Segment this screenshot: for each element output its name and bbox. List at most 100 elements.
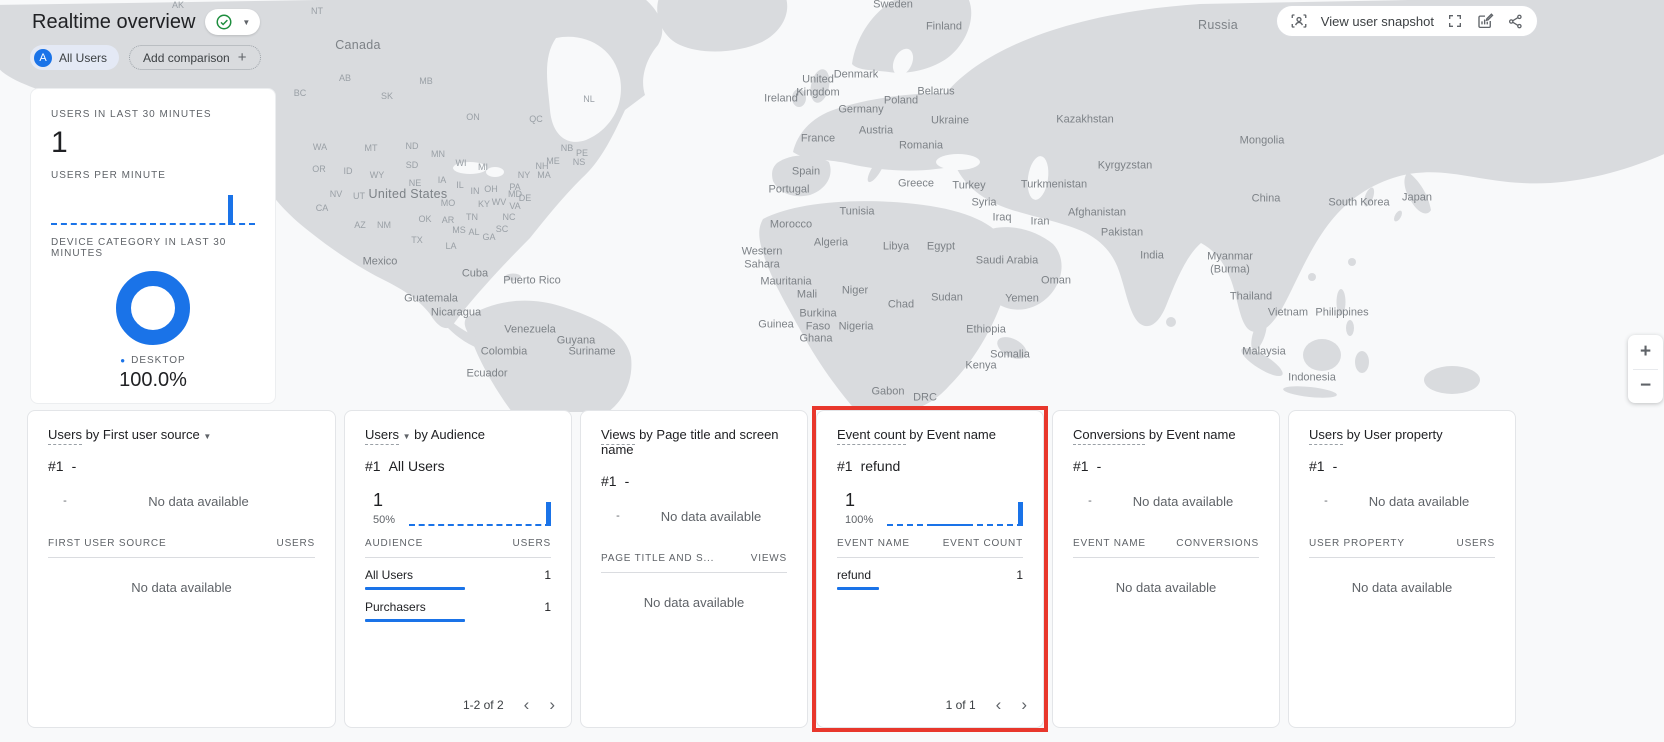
sparkline-bar xyxy=(546,502,551,526)
card-metric[interactable]: Users xyxy=(1309,427,1343,445)
users-30min-label: USERS IN LAST 30 MINUTES xyxy=(51,109,255,120)
column-header-right: CONVERSIONS xyxy=(1176,538,1259,549)
sparkline-bar xyxy=(228,195,233,225)
row-value-bar xyxy=(837,587,879,590)
table-row: Purchasers 1 xyxy=(365,590,551,622)
card-event-count-by-event-name: Event count by Event name #1 refund 1 100… xyxy=(816,410,1044,728)
view-user-snapshot-button[interactable] xyxy=(1290,12,1308,30)
plus-icon: + xyxy=(238,49,247,66)
page-title: Realtime overview xyxy=(32,11,195,34)
card-views-by-page-title: Views by Page title and screen name #1- … xyxy=(580,410,808,728)
table-row: All Users 1 xyxy=(365,558,551,590)
card-title-rest: by Event name xyxy=(906,427,996,442)
top-item-value: 1 xyxy=(845,490,873,511)
report-status-dropdown[interactable]: ▼ xyxy=(205,9,260,35)
column-header-left: EVENT NAME xyxy=(1073,538,1146,549)
top-item-label: All Users xyxy=(389,458,445,474)
card-metric[interactable]: Conversions xyxy=(1073,427,1145,445)
row-name: All Users xyxy=(365,568,465,582)
card-users-by-user-property: Users by User property #1- - No data ava… xyxy=(1288,410,1516,728)
top-item-label: - xyxy=(72,458,77,474)
card-metric[interactable]: Users xyxy=(48,427,82,445)
no-data-text: No data available xyxy=(48,558,315,595)
rank-label: #1 xyxy=(48,458,64,474)
column-header-left: EVENT NAME xyxy=(837,538,910,549)
card-users-by-audience: Users ▼ by Audience #1 All Users 1 50% AU… xyxy=(344,410,572,728)
card-users-by-first-user-source: Users by First user source ▼ #1- - No da… xyxy=(27,410,336,728)
column-header-right: USERS xyxy=(277,538,315,549)
rank-label: #1 xyxy=(365,458,381,474)
snapshot-toolbar: View user snapshot xyxy=(1276,5,1538,37)
card-conversions-by-event-name: Conversions by Event name #1- - No data … xyxy=(1052,410,1280,728)
share-icon xyxy=(1507,13,1524,30)
column-header-left: FIRST USER SOURCE xyxy=(48,538,166,549)
top-item-label: - xyxy=(1333,458,1338,474)
pagination-next-button[interactable]: › xyxy=(1021,696,1027,713)
row-value-bar xyxy=(365,587,465,590)
share-button[interactable] xyxy=(1507,13,1524,30)
rank-label: #1 xyxy=(1309,458,1325,474)
view-user-snapshot-label[interactable]: View user snapshot xyxy=(1321,14,1434,29)
avatar: A xyxy=(34,49,52,67)
card-metric[interactable]: Event count xyxy=(837,427,906,445)
row-name: refund xyxy=(837,568,879,582)
user-snapshot-icon xyxy=(1290,12,1308,30)
device-legend-value: 100.0% xyxy=(51,369,255,392)
top-item-label: - xyxy=(625,473,630,489)
row-value: 1 xyxy=(544,600,551,614)
all-users-chip-label: All Users xyxy=(59,51,107,65)
users-per-minute-label: USERS PER MINUTE xyxy=(51,170,255,181)
table-row: refund 1 xyxy=(837,558,1023,590)
sparkline-solid-segment xyxy=(932,524,973,526)
fullscreen-icon xyxy=(1447,13,1463,29)
card-metric[interactable]: Users xyxy=(365,427,399,445)
all-users-chip[interactable]: A All Users xyxy=(30,45,119,70)
top-item-label: - xyxy=(1097,458,1102,474)
card-dimension-dropdown[interactable]: Views by Page title and screen name xyxy=(601,427,787,457)
customize-report-button[interactable] xyxy=(1476,12,1494,30)
row-name: Purchasers xyxy=(365,600,465,614)
column-header-left: USER PROPERTY xyxy=(1309,538,1405,549)
pagination-next-button[interactable]: › xyxy=(549,696,555,713)
map-zoom-in-button[interactable]: + xyxy=(1628,335,1663,369)
rank-label: #1 xyxy=(837,458,853,474)
device-donut-chart xyxy=(116,271,190,345)
fullscreen-button[interactable] xyxy=(1447,13,1463,29)
card-dimension-dropdown[interactable]: Event count by Event name xyxy=(837,427,1023,442)
top-item-percent: 50% xyxy=(373,514,395,526)
realtime-cards-row: Users by First user source ▼ #1- - No da… xyxy=(27,410,1516,728)
edit-chart-icon xyxy=(1476,12,1494,30)
top-item-percent: 100% xyxy=(845,514,873,526)
column-header-right: EVENT COUNT xyxy=(943,538,1023,549)
placeholder-dash: - xyxy=(601,510,635,522)
no-data-text: No data available xyxy=(635,509,787,524)
no-data-text: No data available xyxy=(1309,558,1495,595)
card-title-rest: by Audience xyxy=(411,427,485,442)
pagination-label: 1 of 1 xyxy=(946,698,976,712)
map-zoom-out-button[interactable]: − xyxy=(1628,370,1663,404)
card-dimension-dropdown[interactable]: Users by User property xyxy=(1309,427,1495,442)
pagination-label: 1-2 of 2 xyxy=(463,698,504,712)
sparkline-baseline xyxy=(409,524,551,526)
pagination-prev-button[interactable]: ‹ xyxy=(524,696,530,713)
card-sparkline xyxy=(887,488,1023,526)
chevron-down-icon: ▼ xyxy=(203,432,211,441)
column-header-left: AUDIENCE xyxy=(365,538,423,549)
pagination-prev-button[interactable]: ‹ xyxy=(996,696,1002,713)
card-title-rest: by First user source xyxy=(82,427,200,442)
row-value: 1 xyxy=(1016,568,1023,582)
no-data-text: No data available xyxy=(1107,494,1259,509)
column-header-left: PAGE TITLE AND S... xyxy=(601,553,714,564)
top-item-label: refund xyxy=(861,458,901,474)
column-header-right: VIEWS xyxy=(751,553,787,564)
rank-label: #1 xyxy=(1073,458,1089,474)
top-item-value: 1 xyxy=(373,490,395,511)
card-dimension-dropdown[interactable]: Users ▼ by Audience xyxy=(365,427,551,442)
card-dimension-dropdown[interactable]: Conversions by Event name xyxy=(1073,427,1259,442)
add-comparison-button[interactable]: Add comparison + xyxy=(129,45,260,70)
device-legend-label: DESKTOP xyxy=(131,355,186,366)
card-title-rest: by User property xyxy=(1343,427,1443,442)
card-dimension-dropdown[interactable]: Users by First user source ▼ xyxy=(48,427,315,442)
check-circle-icon xyxy=(215,13,233,31)
placeholder-dash: - xyxy=(1309,495,1343,507)
